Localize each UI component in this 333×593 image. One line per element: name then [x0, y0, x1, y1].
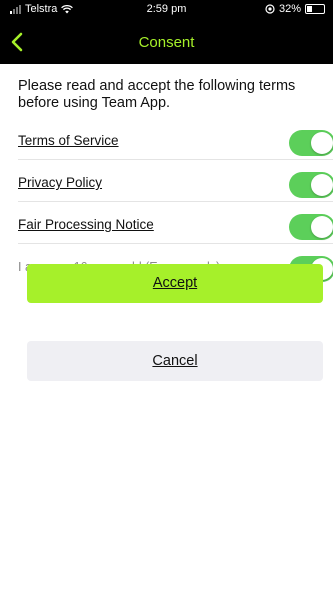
terms-of-service-link[interactable]: Terms of Service [18, 133, 119, 148]
fair-processing-notice-toggle[interactable] [289, 214, 333, 240]
fair-processing-notice-link[interactable]: Fair Processing Notice [18, 217, 154, 232]
page-title: Consent [138, 34, 195, 51]
privacy-row: Privacy Policy [0, 167, 333, 202]
divider [18, 243, 333, 244]
privacy-policy-link[interactable]: Privacy Policy [18, 175, 102, 190]
fair-processing-row: Fair Processing Notice [0, 209, 333, 244]
toggle-knob [311, 216, 333, 238]
divider [18, 201, 333, 202]
toggle-knob [311, 132, 333, 154]
location-icon [265, 4, 275, 14]
nav-bar: Consent [0, 22, 333, 64]
app-header: Telstra 2:59 pm 32% Consent [0, 0, 333, 64]
battery-percent: 32% [278, 3, 301, 15]
status-bar: Telstra 2:59 pm 32% [0, 0, 333, 22]
intro-text: Please read and accept the following ter… [18, 78, 296, 111]
privacy-policy-toggle[interactable] [289, 172, 333, 198]
accept-button[interactable]: Accept [27, 264, 323, 303]
divider [18, 159, 333, 160]
terms-row: Terms of Service [0, 125, 333, 160]
toggle-knob [311, 174, 333, 196]
cancel-button[interactable]: Cancel [27, 341, 323, 381]
terms-of-service-toggle[interactable] [289, 130, 333, 156]
battery-icon [305, 4, 325, 14]
status-right: 32% [265, 3, 325, 15]
